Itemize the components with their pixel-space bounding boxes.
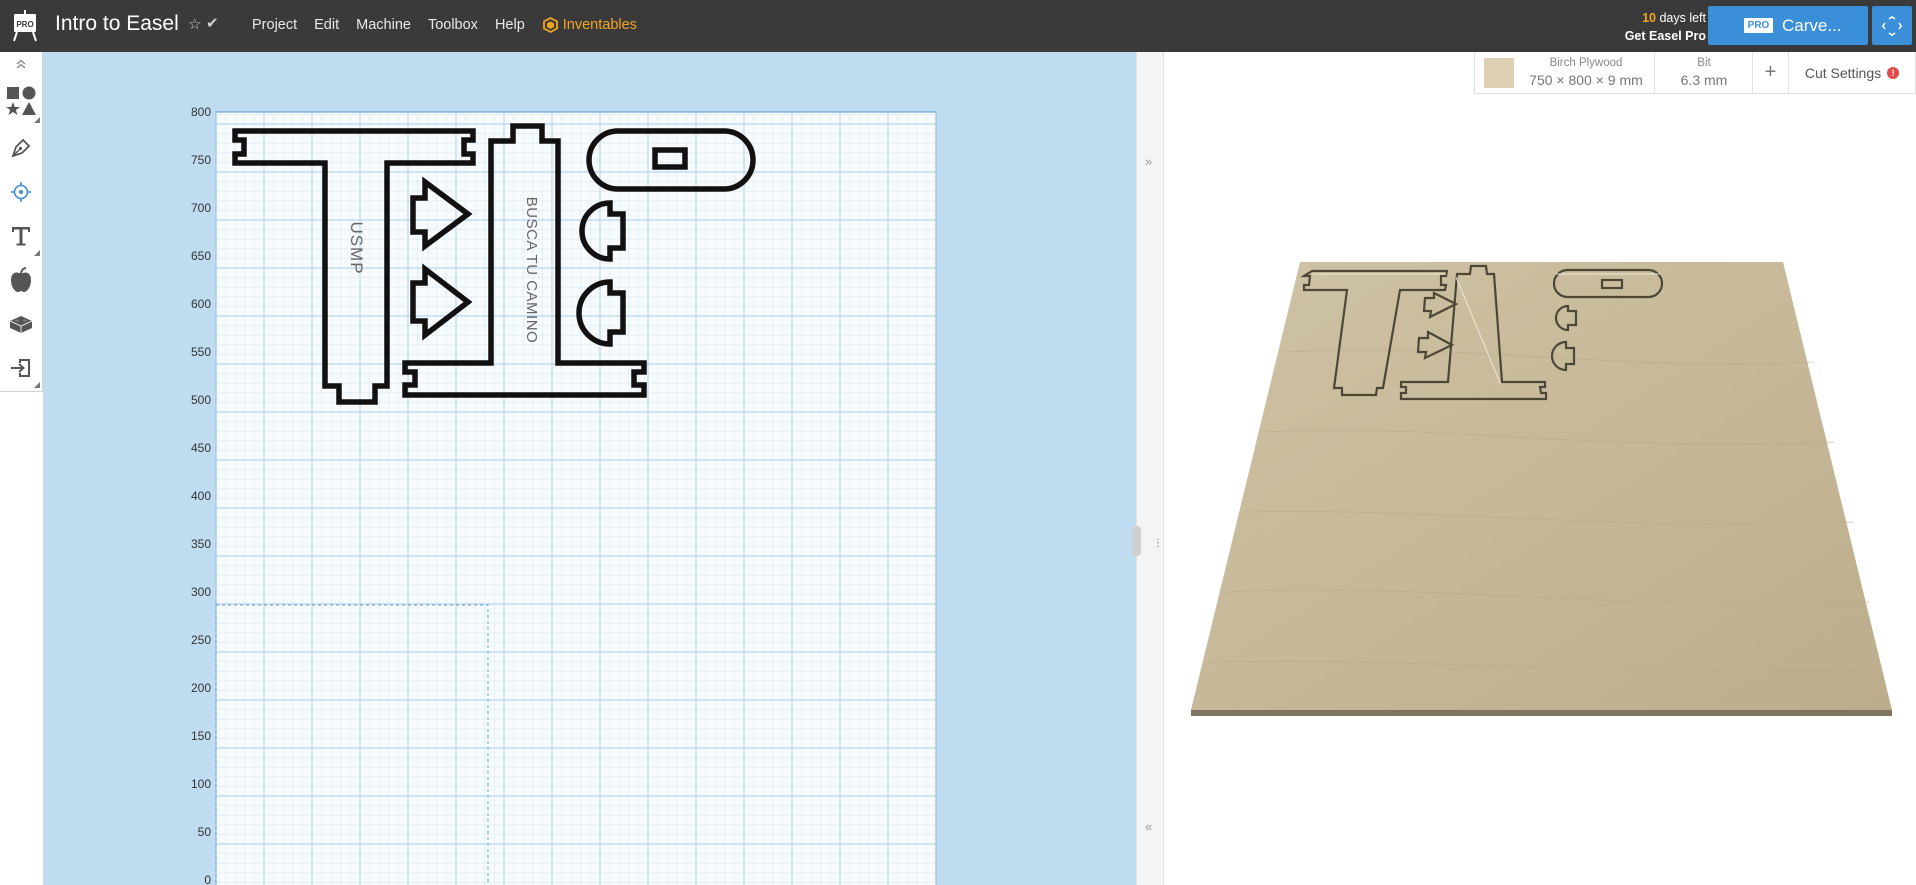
y-tick-label: 350 [191, 537, 211, 551]
menu-project[interactable]: Project [252, 17, 297, 33]
y-tick-label: 150 [191, 729, 211, 743]
shapes-tool[interactable] [0, 77, 42, 125]
chevron-double-up-icon [16, 59, 26, 69]
menu-edit[interactable]: Edit [314, 17, 339, 33]
icon-library-tool[interactable] [0, 258, 42, 302]
y-tick-label: 250 [191, 633, 211, 647]
import-icon [11, 359, 30, 377]
pane-splitter[interactable]: » ⋮ « [1132, 52, 1164, 885]
text-icon [12, 227, 30, 246]
engrave-text-usmp[interactable]: USMP [347, 221, 366, 274]
apps-tool[interactable] [0, 302, 42, 346]
y-tick-label: 300 [191, 585, 211, 599]
import-tool[interactable] [0, 346, 42, 390]
collapse-left-icon[interactable]: « [1145, 819, 1152, 834]
collapse-toolbar-button[interactable] [0, 52, 42, 76]
pro-badge: PRO [1744, 18, 1773, 33]
y-tick-label: 400 [191, 489, 211, 503]
y-tick-label: 750 [191, 153, 211, 167]
menu-help[interactable]: Help [495, 17, 525, 33]
inventables-label: Inventables [562, 17, 637, 33]
carve-button[interactable]: PRO Carve... [1708, 6, 1868, 45]
trial-days-suffix: days left [1655, 11, 1706, 25]
point-input-tool[interactable] [0, 170, 42, 214]
text-tool[interactable] [0, 214, 42, 258]
expand-arrows-icon [1882, 15, 1902, 36]
trial-notice[interactable]: 10 days left Get Easel Pro [1614, 9, 1706, 45]
inventables-link[interactable]: Inventables [542, 17, 637, 33]
submenu-indicator-icon [34, 250, 40, 256]
crosshair-icon [11, 182, 31, 202]
fullscreen-button[interactable] [1872, 6, 1912, 45]
trial-days-line: 10 days left [1614, 9, 1706, 27]
project-title[interactable]: Intro to Easel [55, 12, 179, 36]
logo-badge: PRO [16, 20, 33, 29]
apple-icon [11, 267, 31, 292]
menu-toolbox[interactable]: Toolbox [428, 17, 478, 33]
menu-machine[interactable]: Machine [356, 17, 411, 33]
main-menu: Project Edit Machine Toolbox Help Invent… [252, 17, 637, 33]
carve-preview[interactable]: Birch Plywood 750 × 800 × 9 mm Bit 6.3 m… [1164, 52, 1916, 885]
y-tick-label: 450 [191, 441, 211, 455]
star-icon[interactable]: ☆ [188, 15, 201, 33]
shapes-icon [6, 86, 36, 115]
carve-label: Carve... [1782, 15, 1842, 35]
checkmark-icon: ✔ [206, 15, 219, 32]
pen-icon [11, 138, 31, 158]
splitter-handle[interactable] [1132, 526, 1141, 556]
y-tick-label: 800 [191, 105, 211, 119]
y-tick-label: 600 [191, 297, 211, 311]
y-tick-label: 550 [191, 345, 211, 359]
collapse-right-icon[interactable]: » [1145, 154, 1152, 169]
wood-board-edge [1191, 710, 1892, 716]
wood-3d-preview [1191, 262, 1892, 716]
y-tick-label: 500 [191, 393, 211, 407]
engrave-text-busca[interactable]: BUSCA TU CAMINO [523, 197, 540, 343]
pen-tool[interactable] [0, 126, 42, 170]
design-canvas[interactable]: 800 750 700 650 600 550 500 450 400 350 300 250 200 1… [43, 52, 1136, 885]
wood-board-surface [1191, 262, 1892, 710]
y-tick-label: 0 [204, 873, 211, 885]
submenu-indicator-icon [34, 382, 40, 388]
y-tick-label: 50 [198, 825, 212, 839]
y-tick-label: 700 [191, 201, 211, 215]
y-tick-label: 650 [191, 249, 211, 263]
apps-brick-icon [9, 316, 33, 333]
design-grid[interactable]: 8007507006506005505004504003503002502001… [43, 52, 1136, 885]
easel-logo-icon[interactable]: PRO [12, 10, 38, 42]
drag-dots-icon: ⋮ [1153, 538, 1163, 549]
y-tick-label: 100 [191, 777, 211, 791]
y-tick-label: 200 [191, 681, 211, 695]
get-pro-link[interactable]: Get Easel Pro [1614, 27, 1706, 45]
trial-days-count: 10 [1642, 11, 1656, 25]
left-toolbar [0, 52, 43, 392]
inventables-hex-icon [542, 17, 558, 33]
top-bar: PRO Intro to Easel ☆ ✔ Project Edit Mach… [0, 0, 1916, 52]
submenu-indicator-icon [34, 117, 40, 123]
